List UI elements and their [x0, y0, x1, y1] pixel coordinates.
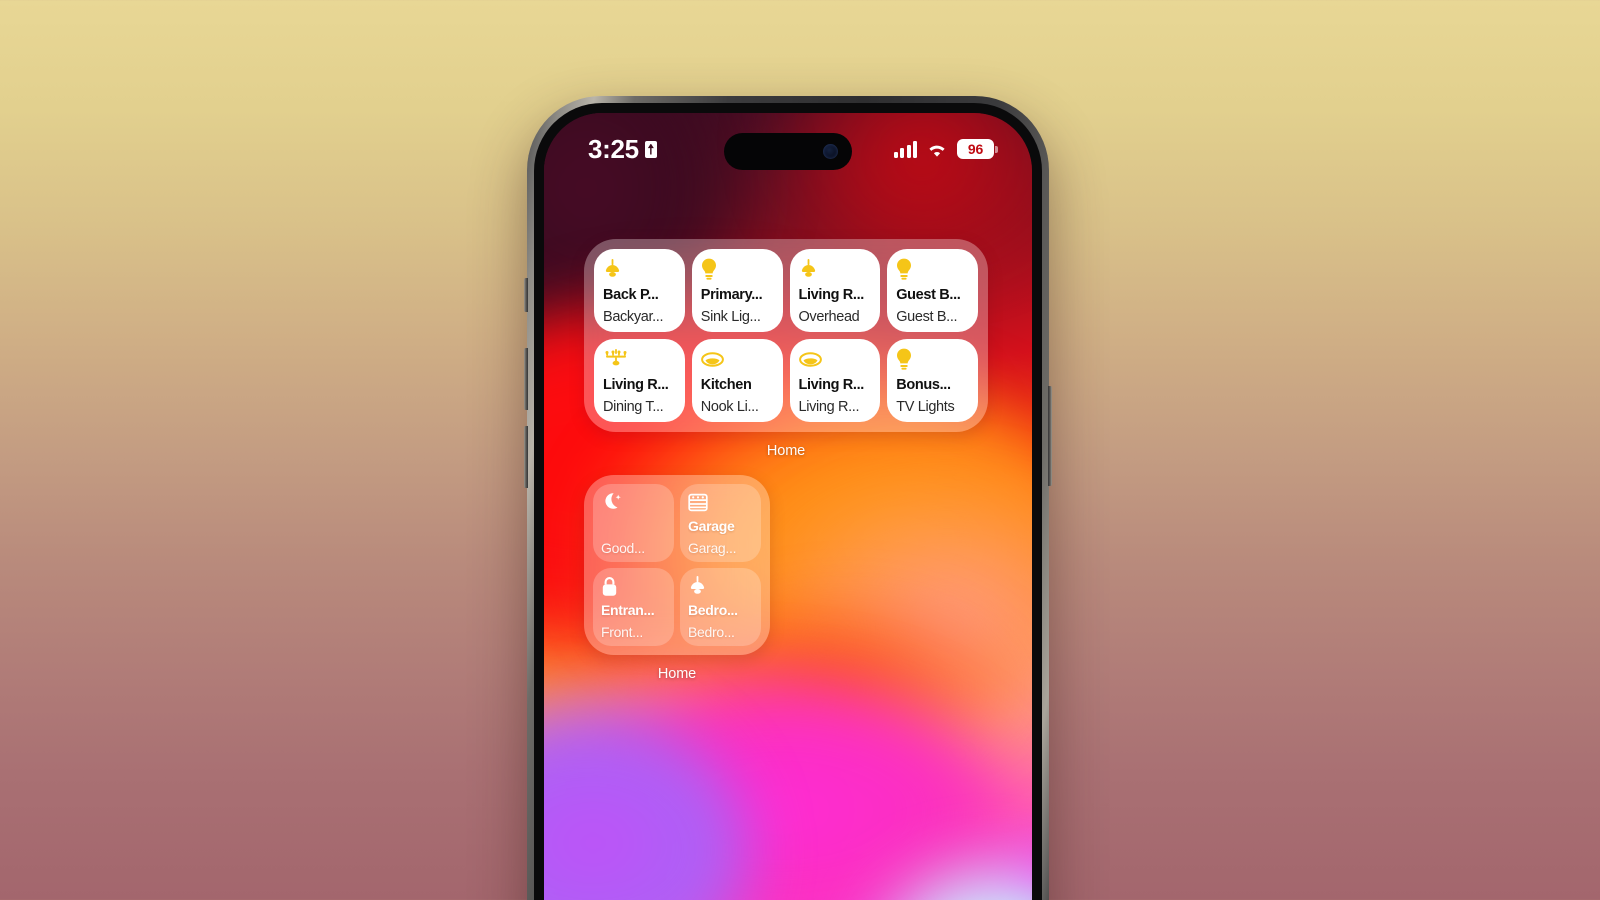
tile-title: Garage	[688, 519, 735, 535]
light-tile[interactable]: Guest B... Guest B...	[887, 249, 978, 332]
widget-container[interactable]: Back P... Backyar... Primary... Sink Lig…	[584, 239, 988, 432]
tile-subtitle: Living R...	[798, 399, 860, 415]
scene-tile[interactable]: Entran... Front...	[593, 568, 674, 646]
scene-tile[interactable]: Good...	[593, 484, 674, 562]
tile-subtitle: Guest B...	[896, 309, 958, 325]
pendant-light-icon	[603, 257, 677, 281]
battery-indicator: 96	[957, 139, 998, 159]
widget-container[interactable]: Good... Garage Garag... Entran... Front.…	[584, 475, 770, 655]
tile-title: Entran...	[601, 603, 655, 619]
tile-title: Living R...	[603, 377, 669, 393]
tile-title: Kitchen	[700, 377, 752, 393]
light-tile[interactable]: Living R... Overhead	[789, 249, 881, 332]
tile-subtitle: Bedro...	[688, 624, 735, 640]
widget-label: Home	[766, 443, 806, 459]
location-arrow-icon	[644, 140, 657, 158]
scene-tile[interactable]: Garage Garag...	[680, 484, 761, 562]
volume-down-button[interactable]	[524, 426, 528, 488]
home-screen: Back P... Backyar... Primary... Sink Lig…	[544, 113, 1032, 900]
tile-title: Bonus...	[896, 377, 951, 393]
tile-title: Back P...	[603, 287, 659, 303]
tile-subtitle: Sink Lig...	[700, 309, 761, 325]
widget-label: Home	[657, 666, 697, 682]
home-lights-widget[interactable]: Back P... Backyar... Primary... Sink Lig…	[584, 239, 988, 459]
tile-subtitle: Front...	[601, 624, 643, 640]
iphone-device: 3:25 96 Back P... Backyar... Primary... …	[524, 96, 1052, 900]
light-tile[interactable]: Back P... Backyar...	[594, 249, 685, 332]
recessed-light-icon	[798, 347, 873, 371]
tile-subtitle: Nook Li...	[700, 399, 759, 415]
tile-title: Guest B...	[896, 287, 961, 303]
pendant-light-icon	[799, 257, 873, 281]
status-bar-right: 96	[893, 139, 998, 159]
light-tile[interactable]: Primary... Sink Lig...	[691, 249, 783, 332]
lock-icon	[601, 575, 666, 597]
tile-title: Primary...	[700, 287, 763, 303]
recessed-light-icon	[700, 347, 775, 371]
cellular-signal-icon	[893, 140, 917, 158]
tile-subtitle: Backyar...	[603, 309, 664, 325]
light-tile[interactable]: Kitchen Nook Li...	[691, 339, 783, 422]
lights-tile-grid: Back P... Backyar... Primary... Sink Lig…	[594, 249, 978, 422]
tile-title: Bedro...	[688, 603, 738, 619]
wifi-icon	[926, 141, 948, 158]
pendant-light-icon	[688, 575, 753, 597]
scene-tile[interactable]: Bedro... Bedro...	[680, 568, 761, 646]
light-tile[interactable]: Living R... Living R...	[789, 339, 881, 422]
bulb-icon	[896, 347, 970, 371]
light-tile[interactable]: Living R... Dining T...	[594, 339, 685, 422]
tile-title: Living R...	[798, 287, 865, 303]
tile-subtitle: Overhead	[798, 309, 860, 325]
clock: 3:25	[588, 133, 639, 164]
tile-title: Living R...	[798, 377, 865, 393]
bulb-icon	[701, 257, 775, 281]
garage-door-icon	[688, 491, 753, 513]
battery-percent-label: 96	[967, 141, 984, 157]
scenes-tile-grid: Good... Garage Garag... Entran... Front.…	[593, 484, 761, 646]
bulb-icon	[896, 257, 970, 281]
action-button[interactable]	[524, 278, 528, 312]
home-scenes-widget[interactable]: Good... Garage Garag... Entran... Front.…	[584, 475, 770, 682]
tile-subtitle: Dining T...	[603, 399, 664, 415]
status-bar-left: 3:25	[588, 134, 657, 165]
tile-subtitle: Garag...	[688, 540, 737, 556]
power-button[interactable]	[1048, 386, 1052, 486]
chandelier-icon	[603, 347, 677, 371]
dynamic-island[interactable]	[724, 133, 852, 170]
tile-subtitle: TV Lights	[896, 399, 955, 415]
volume-up-button[interactable]	[524, 348, 528, 410]
tile-subtitle: Good...	[601, 540, 645, 556]
light-tile[interactable]: Bonus... TV Lights	[887, 339, 978, 422]
phone-screen: 3:25 96 Back P... Backyar... Primary... …	[544, 113, 1032, 900]
moon-stars-icon	[601, 491, 666, 513]
